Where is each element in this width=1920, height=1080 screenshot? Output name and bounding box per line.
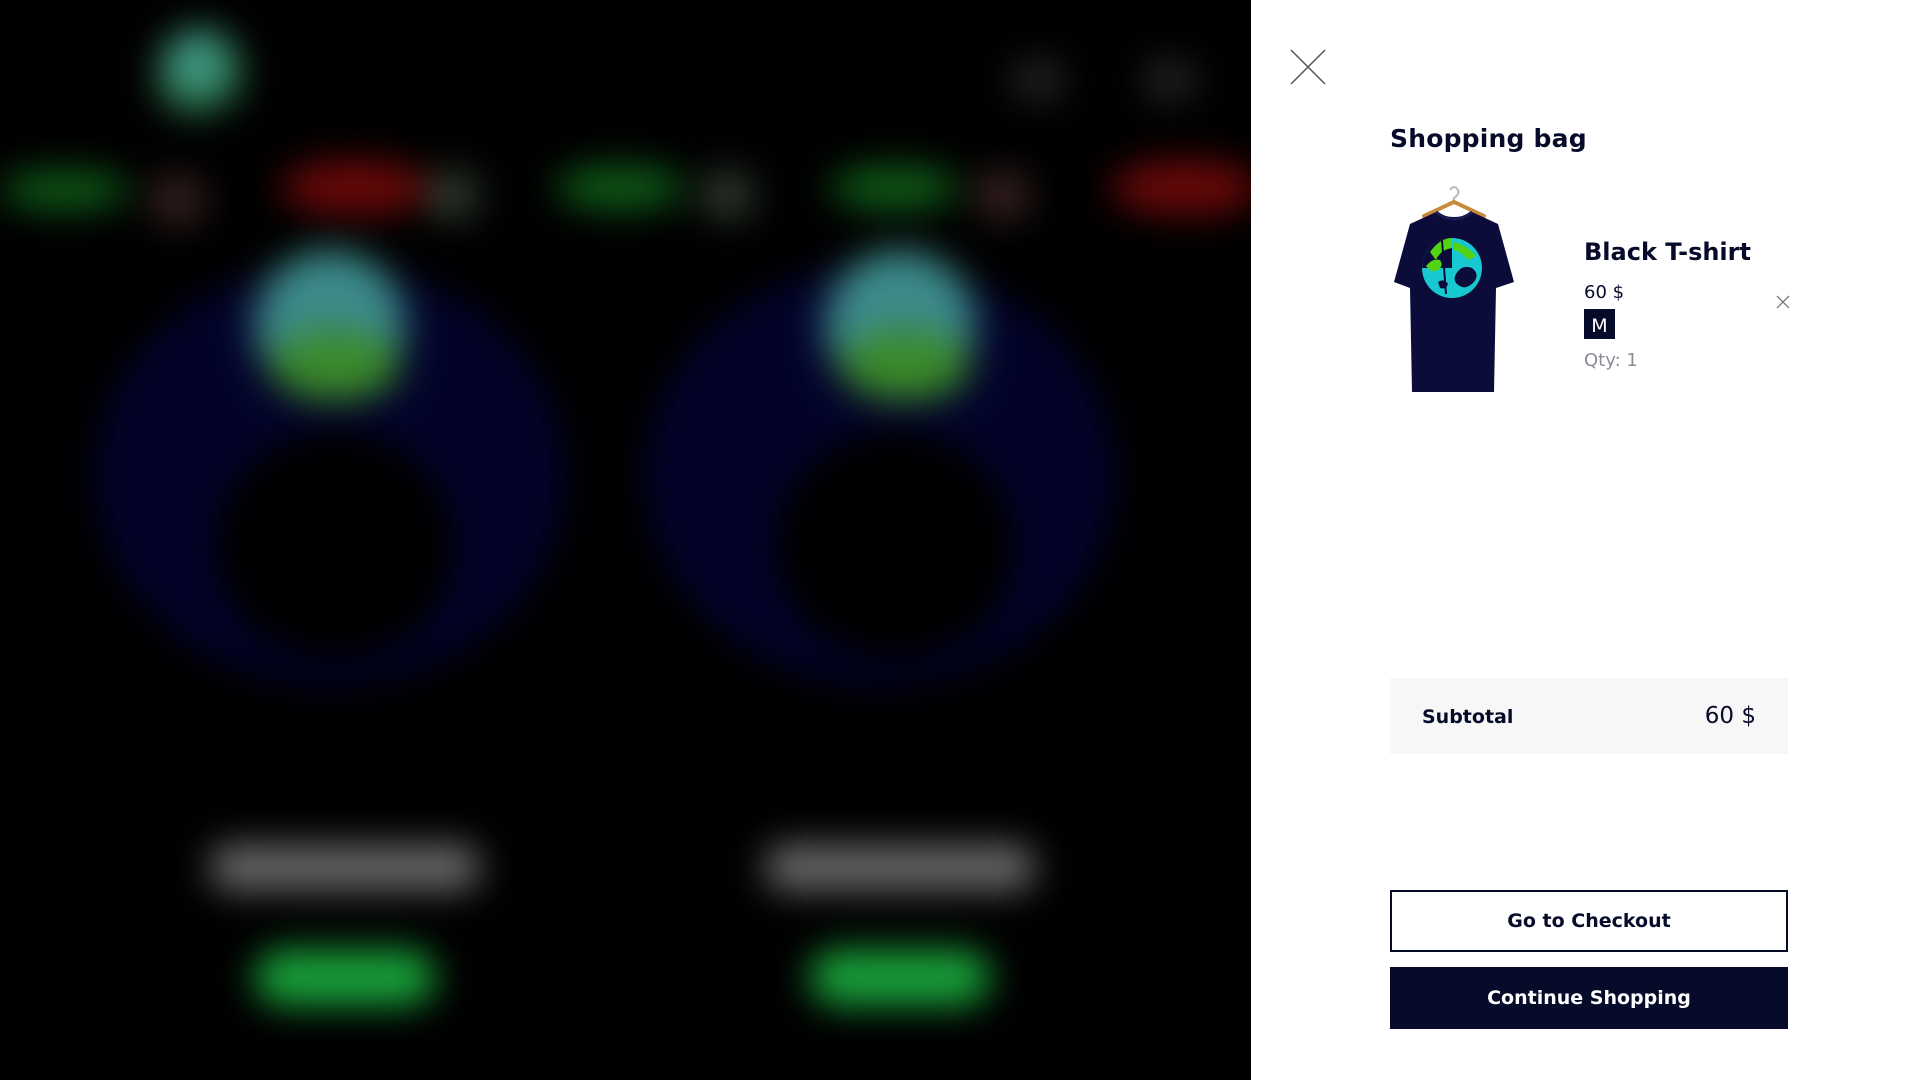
checkout-button[interactable]: Go to Checkout: [1390, 890, 1788, 952]
blurred-product-title: [765, 845, 1035, 890]
blurred-product-inner: [215, 430, 455, 660]
tshirt-image[interactable]: [1390, 182, 1518, 394]
blurred-storefront-backdrop[interactable]: [0, 0, 1251, 1080]
blurred-product-button: [255, 950, 435, 1005]
blurred-product-title: [210, 845, 480, 890]
shopping-bag-drawer: Shopping bag Black T-shirt 60 $ M Qty: 1…: [1251, 0, 1920, 1080]
item-name[interactable]: Black T-shirt: [1584, 238, 1751, 266]
item-price: 60 $: [1584, 282, 1625, 303]
subtotal-value: 60 $: [1704, 703, 1756, 729]
blurred-product-graphic: [840, 330, 970, 400]
cart-item: Black T-shirt 60 $ M Qty: 1: [1390, 176, 1790, 396]
blurred-product-graphic: [270, 330, 400, 400]
blurred-category: [975, 170, 1030, 220]
blurred-product-button: [810, 950, 990, 1005]
blurred-category: [700, 170, 755, 220]
drawer-title: Shopping bag: [1390, 124, 1587, 153]
continue-shopping-button[interactable]: Continue Shopping: [1390, 967, 1788, 1029]
item-size-badge: M: [1584, 309, 1615, 339]
remove-icon[interactable]: [1775, 294, 1791, 310]
blurred-category: [0, 170, 130, 210]
blurred-category: [830, 165, 960, 210]
subtotal-label: Subtotal: [1422, 706, 1514, 728]
blurred-header-icon: [1142, 58, 1198, 102]
subtotal-row: Subtotal 60 $: [1390, 678, 1788, 754]
blurred-logo: [158, 28, 242, 124]
blurred-header-icon: [1010, 58, 1066, 102]
item-quantity: Qty: 1: [1584, 350, 1638, 371]
blurred-content: [0, 0, 1251, 1080]
blurred-category: [150, 175, 205, 225]
blurred-category: [555, 165, 685, 210]
blurred-category: [1110, 160, 1251, 215]
close-icon[interactable]: [1289, 48, 1327, 86]
blurred-category: [425, 170, 480, 220]
blurred-product-inner: [775, 430, 1015, 660]
blurred-category: [280, 160, 430, 215]
